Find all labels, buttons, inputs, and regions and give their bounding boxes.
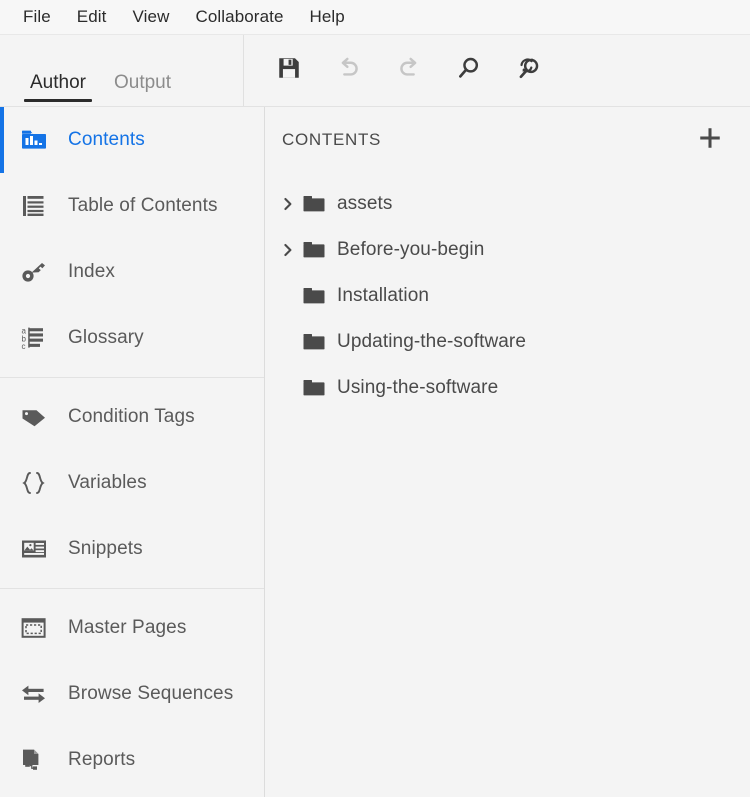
find-replace-button[interactable] [512, 54, 546, 88]
menu-item-view[interactable]: View [120, 4, 183, 30]
sidebar-item-label: Index [68, 261, 115, 282]
folder-icon [301, 332, 327, 352]
tree-item-label: Using-the-software [337, 377, 499, 398]
sidebar-item-master-pages[interactable]: Master Pages [0, 595, 264, 661]
sidebar-group-authoring: Contents Table of Contents Index a b c G… [0, 107, 264, 371]
save-button[interactable] [272, 54, 306, 88]
sidebar-item-condition-tags[interactable]: Condition Tags [0, 384, 264, 450]
master-page-icon [20, 613, 54, 643]
tree-item-label: Before-you-begin [337, 239, 485, 260]
sidebar-item-label: Contents [68, 129, 145, 150]
sidebar-item-label: Variables [68, 472, 147, 493]
sidebar-item-label: Glossary [68, 327, 144, 348]
redo-icon [395, 54, 423, 87]
plus-icon [697, 125, 723, 156]
application-window: File Edit View Collaborate Help Author O… [0, 0, 750, 797]
main-area: Contents Table of Contents Index a b c G… [0, 107, 750, 797]
tree-item-label: Updating-the-software [337, 331, 527, 352]
find-replace-icon [515, 54, 543, 87]
sidebar: Contents Table of Contents Index a b c G… [0, 107, 265, 797]
mode-tabs: Author Output [0, 35, 244, 106]
sidebar-divider-2 [0, 588, 264, 589]
save-icon [276, 55, 302, 86]
menu-item-collaborate[interactable]: Collaborate [182, 4, 296, 30]
sidebar-item-label: Browse Sequences [68, 683, 234, 704]
tree-item-label: Installation [337, 285, 430, 306]
sidebar-divider-1 [0, 377, 264, 378]
sidebar-item-label: Reports [68, 749, 136, 770]
page-title: CONTENTS [282, 130, 382, 149]
folder-icon [301, 378, 327, 398]
menu-item-help[interactable]: Help [297, 4, 358, 30]
key-icon [20, 257, 54, 287]
sidebar-item-index[interactable]: Index [0, 239, 264, 305]
sidebar-item-snippets[interactable]: Snippets [0, 516, 264, 582]
sidebar-item-label: Condition Tags [68, 406, 195, 427]
sidebar-item-contents[interactable]: Contents [0, 107, 264, 173]
chevron-right-icon[interactable] [275, 196, 301, 212]
folder-icon [301, 194, 327, 214]
table-of-contents-icon [20, 191, 54, 221]
abc-list-icon: a b c [20, 323, 54, 353]
tree-row[interactable]: Before-you-begin [265, 227, 750, 273]
arrows-lr-icon [20, 679, 54, 709]
contents-folder-chart-icon [20, 125, 54, 155]
snippet-card-icon [20, 534, 54, 564]
sidebar-item-label: Snippets [68, 538, 143, 559]
add-content-button[interactable] [694, 124, 726, 156]
contents-panel: CONTENTS assets Before-you-begin Install… [265, 107, 750, 797]
menu-bar: File Edit View Collaborate Help [0, 0, 750, 35]
tab-author[interactable]: Author [16, 43, 100, 106]
contents-panel-header: CONTENTS [265, 107, 750, 173]
tab-output[interactable]: Output [100, 43, 185, 106]
sidebar-item-label: Master Pages [68, 617, 187, 638]
contents-tree: assets Before-you-begin Installation Upd… [265, 173, 750, 411]
undo-button[interactable] [332, 54, 366, 88]
sidebar-item-reports[interactable]: Reports [0, 727, 264, 793]
folder-icon [301, 240, 327, 260]
tree-row[interactable]: assets [265, 181, 750, 227]
redo-button[interactable] [392, 54, 426, 88]
sidebar-item-variables[interactable]: Variables [0, 450, 264, 516]
tree-row[interactable]: Using-the-software [265, 365, 750, 411]
toolbar-buttons [244, 35, 546, 106]
folder-icon [301, 286, 327, 306]
braces-icon [20, 468, 54, 498]
tag-icon [20, 402, 54, 432]
menu-item-file[interactable]: File [10, 4, 64, 30]
undo-icon [335, 54, 363, 87]
chevron-right-icon[interactable] [275, 242, 301, 258]
sidebar-group-reuse: Condition Tags Variables Snippets [0, 384, 264, 582]
report-doc-icon [20, 745, 54, 775]
search-icon [455, 54, 483, 87]
sidebar-item-table-of-contents[interactable]: Table of Contents [0, 173, 264, 239]
search-button[interactable] [452, 54, 486, 88]
tree-item-label: assets [337, 193, 393, 214]
tree-row[interactable]: Installation [265, 273, 750, 319]
svg-text:c: c [22, 342, 26, 351]
sidebar-item-glossary[interactable]: a b c Glossary [0, 305, 264, 371]
toolbar: Author Output [0, 35, 750, 107]
sidebar-group-layout: Master Pages Browse Sequences Reports [0, 595, 264, 793]
sidebar-item-browse-sequences[interactable]: Browse Sequences [0, 661, 264, 727]
menu-item-edit[interactable]: Edit [64, 4, 120, 30]
sidebar-item-label: Table of Contents [68, 195, 218, 216]
tree-row[interactable]: Updating-the-software [265, 319, 750, 365]
